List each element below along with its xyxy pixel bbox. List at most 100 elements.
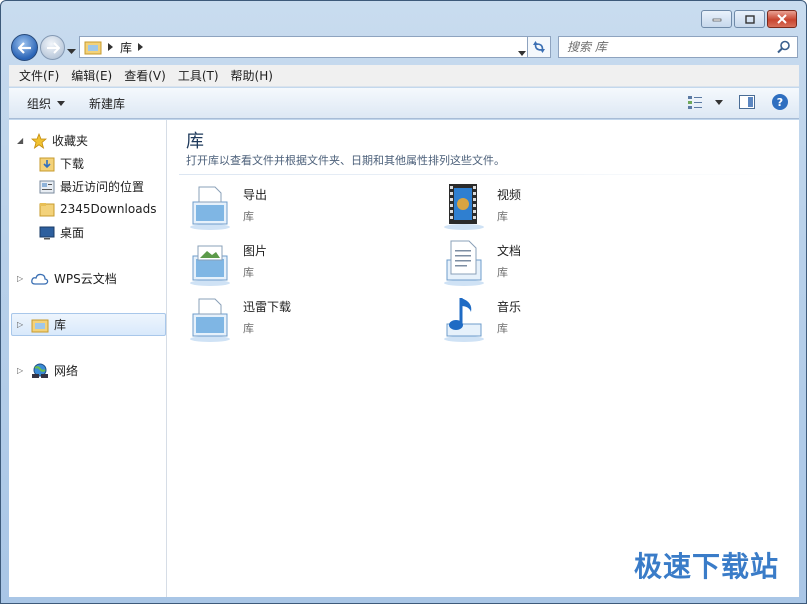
library-item-xunlei-downloads[interactable]: 迅雷下载 库 — [185, 294, 405, 346]
library-item-music[interactable]: 音乐 库 — [439, 294, 659, 346]
page-title: 库 — [186, 131, 204, 152]
sidebar-label-desktop: 桌面 — [60, 226, 85, 240]
address-history-dropdown[interactable] — [518, 45, 526, 59]
new-library-button[interactable]: 新建库 — [81, 91, 133, 116]
organize-label: 组织 — [27, 96, 52, 111]
library-name: 视频 — [497, 188, 522, 202]
sidebar-label-recent-places: 最近访问的位置 — [60, 180, 145, 194]
forward-button[interactable] — [40, 35, 65, 60]
chevron-down-icon — [67, 49, 76, 54]
document-library-icon — [190, 186, 230, 230]
sidebar-item-2345downloads[interactable]: 2345Downloads — [39, 201, 156, 217]
arrow-left-icon — [17, 41, 31, 54]
library-text: 音乐 库 — [497, 294, 521, 346]
search-box[interactable] — [558, 36, 798, 58]
menu-file[interactable]: 文件(F) — [13, 67, 65, 84]
organize-button[interactable]: 组织 — [19, 91, 73, 116]
sidebar-item-libraries[interactable]: ▷ 库 — [17, 316, 66, 333]
library-type: 库 — [243, 322, 254, 335]
library-text: 图片 库 — [243, 238, 267, 290]
maximize-button[interactable] — [734, 10, 765, 28]
address-bar[interactable]: 库 — [79, 36, 531, 58]
content-area: ◢ 收藏夹 下载 最近访问的位置 2345Downloads 桌面 ▷ WPS云… — [9, 120, 799, 597]
desktop-icon — [39, 226, 55, 239]
view-options-icon — [688, 96, 702, 109]
back-button[interactable] — [11, 34, 38, 61]
menu-edit[interactable]: 编辑(E) — [65, 67, 118, 84]
expand-icon[interactable]: ▷ — [17, 366, 26, 375]
toolbar-right-group: ? — [687, 93, 789, 111]
cloud-icon — [31, 273, 49, 285]
documents-library-icon — [444, 240, 484, 286]
close-icon — [777, 14, 787, 24]
menu-help[interactable]: 帮助(H) — [225, 67, 279, 84]
maximize-icon — [744, 14, 755, 24]
expand-icon[interactable]: ▷ — [17, 320, 26, 329]
sidebar-label-libraries: 库 — [54, 318, 67, 332]
library-type: 库 — [497, 210, 508, 223]
sidebar-label-network: 网络 — [54, 364, 79, 378]
library-item-videos[interactable]: 视频 库 — [439, 182, 659, 234]
sidebar-label-favorites: 收藏夹 — [52, 134, 89, 148]
menu-view[interactable]: 查看(V) — [118, 67, 172, 84]
document-library-icon — [190, 298, 230, 342]
library-item-pictures[interactable]: 图片 库 — [185, 238, 405, 290]
chevron-down-icon — [518, 51, 526, 56]
arrow-right-icon — [46, 41, 60, 54]
sidebar-label-wps-cloud: WPS云文档 — [54, 272, 117, 286]
downloads-folder-icon — [39, 157, 55, 171]
library-name: 文档 — [497, 244, 522, 258]
close-button[interactable] — [767, 10, 797, 28]
caption-buttons — [701, 10, 797, 28]
watermark-logo: 极速下载站 — [633, 550, 779, 583]
svg-text:?: ? — [777, 96, 783, 109]
folder-icon — [39, 203, 55, 217]
sidebar-item-downloads[interactable]: 下载 — [39, 155, 84, 172]
minimize-icon — [712, 18, 721, 22]
library-text: 导出 库 — [243, 182, 267, 234]
breadcrumb-separator-icon[interactable] — [138, 43, 144, 51]
navigation-pane: ◢ 收藏夹 下载 最近访问的位置 2345Downloads 桌面 ▷ WPS云… — [9, 120, 167, 597]
library-text: 文档 库 — [497, 238, 521, 290]
page-subtitle: 打开库以查看文件并根据文件夹、日期和其他属性排列这些文件。 — [186, 154, 505, 167]
library-name: 迅雷下载 — [243, 300, 292, 314]
breadcrumb-item-libraries[interactable]: 库 — [120, 39, 132, 56]
sidebar-item-favorites[interactable]: ◢ 收藏夹 — [17, 132, 88, 149]
library-text: 视频 库 — [497, 182, 521, 234]
search-icon[interactable] — [777, 40, 791, 54]
change-view-button[interactable] — [687, 95, 723, 109]
library-type: 库 — [497, 266, 508, 279]
sidebar-label-downloads: 下载 — [60, 157, 85, 171]
library-type: 库 — [243, 266, 254, 279]
navigation-bar: 库 — [9, 33, 799, 61]
collapse-icon[interactable]: ◢ — [17, 136, 26, 145]
sidebar-item-desktop[interactable]: 桌面 — [39, 224, 84, 241]
library-item-documents[interactable]: 文档 库 — [439, 238, 659, 290]
library-name: 图片 — [243, 244, 268, 258]
search-input[interactable] — [567, 40, 767, 54]
help-icon[interactable]: ? — [771, 93, 789, 111]
library-name: 导出 — [243, 188, 268, 202]
music-library-icon — [444, 298, 484, 342]
expand-icon[interactable]: ▷ — [17, 274, 26, 283]
command-bar: 组织 新建库 ? — [9, 88, 799, 119]
library-type: 库 — [243, 210, 254, 223]
library-name: 音乐 — [497, 300, 522, 314]
sidebar-label-2345downloads: 2345Downloads — [60, 202, 157, 216]
network-icon — [32, 363, 48, 378]
sidebar-item-network[interactable]: ▷ 网络 — [17, 362, 78, 379]
sidebar-item-recent-places[interactable]: 最近访问的位置 — [39, 178, 144, 195]
recent-pages-dropdown[interactable] — [67, 43, 76, 57]
header-divider — [179, 174, 789, 175]
video-library-icon — [444, 184, 484, 230]
minimize-button[interactable] — [701, 10, 732, 28]
main-pane: 库 打开库以查看文件并根据文件夹、日期和其他属性排列这些文件。 导出 库 视频 … — [169, 120, 799, 597]
menu-tools[interactable]: 工具(T) — [172, 67, 225, 84]
star-icon — [31, 132, 47, 149]
library-folder-icon — [84, 41, 102, 55]
preview-pane-icon[interactable] — [739, 95, 755, 109]
sidebar-item-wps-cloud[interactable]: ▷ WPS云文档 — [17, 270, 117, 287]
refresh-button[interactable] — [527, 36, 551, 58]
menu-bar: 文件(F) 编辑(E) 查看(V) 工具(T) 帮助(H) — [9, 65, 799, 87]
library-item-export[interactable]: 导出 库 — [185, 182, 405, 234]
